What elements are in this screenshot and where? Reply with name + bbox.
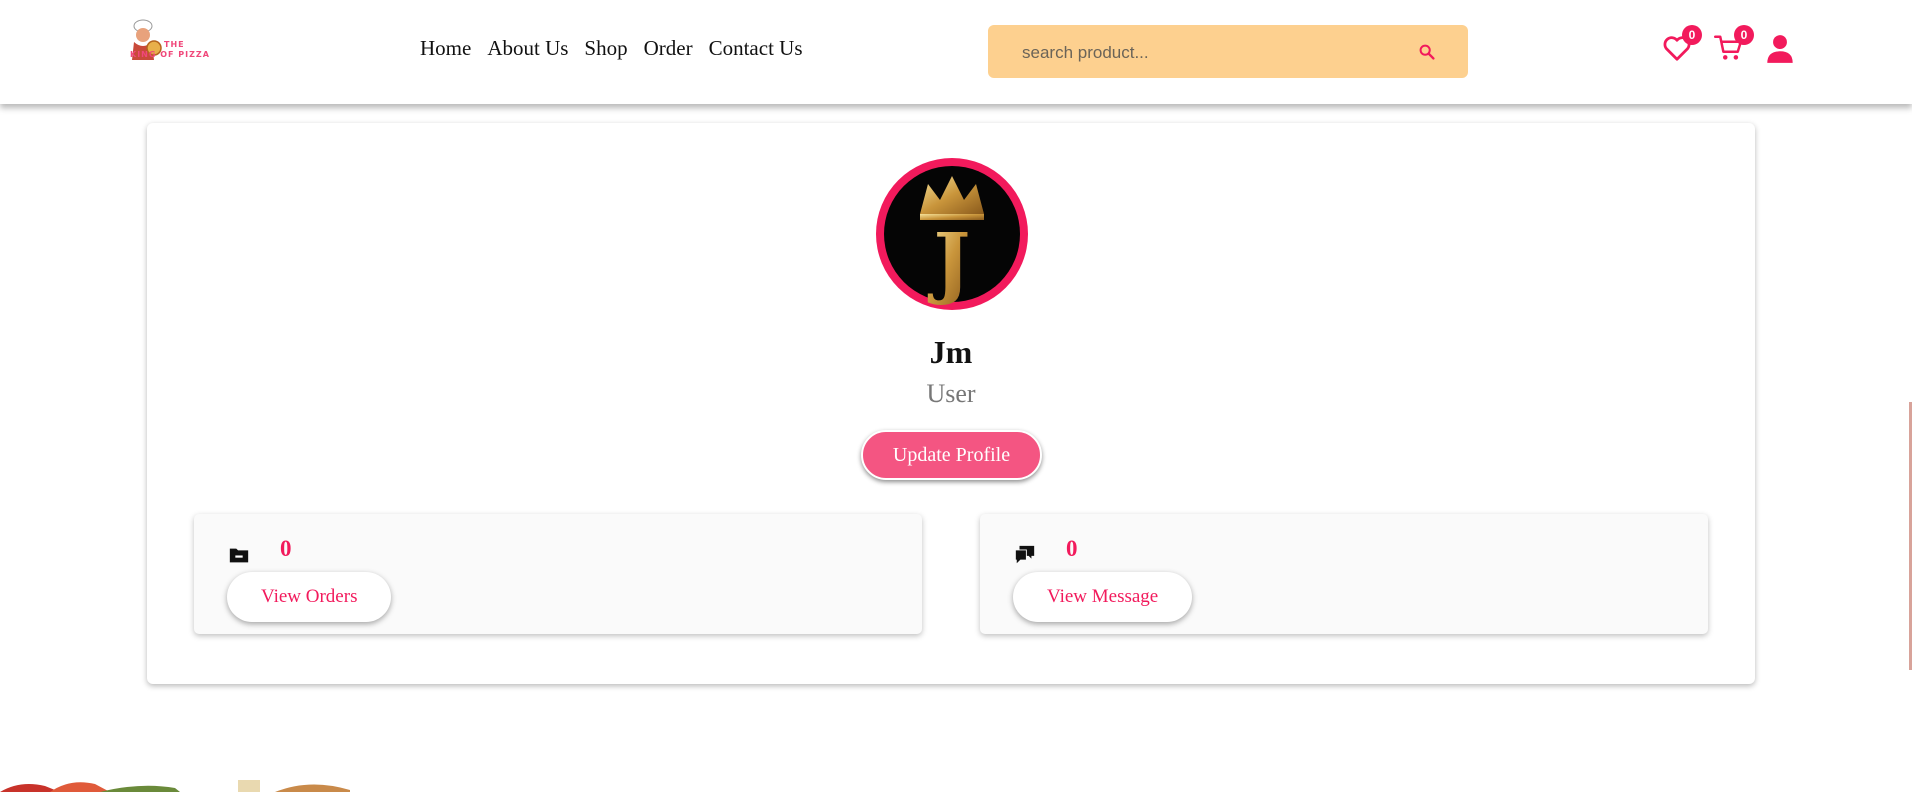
wishlist-button[interactable]: 0: [1662, 25, 1702, 67]
nav-about-us[interactable]: About Us: [487, 36, 568, 61]
nav-home[interactable]: Home: [420, 36, 471, 61]
orders-box: 0 View Orders: [194, 514, 922, 634]
avatar-letter: J: [928, 217, 971, 308]
search-input[interactable]: [1020, 25, 1404, 80]
nav-shop[interactable]: Shop: [584, 36, 627, 61]
view-message-button[interactable]: View Message: [1013, 572, 1193, 622]
avatar: J: [872, 154, 1032, 314]
footer-pizza-image: [0, 778, 360, 792]
profile-card: J Jm User Update Profile 0 View Orders 0…: [147, 123, 1755, 684]
site-logo[interactable]: THE KING OF PIZZA: [126, 18, 218, 66]
main-nav: Home About Us Shop Order Contact Us: [420, 36, 803, 61]
search-bar: [988, 25, 1468, 80]
logo-text-line1: THE: [164, 40, 185, 49]
profile-role: User: [926, 379, 976, 408]
site-header: THE KING OF PIZZA Home About Us Shop Ord…: [0, 0, 1912, 104]
chat-icon: [1014, 544, 1036, 566]
cart-button[interactable]: 0: [1714, 25, 1754, 67]
cart-count-badge: 0: [1734, 25, 1754, 45]
update-profile-button[interactable]: Update Profile: [861, 430, 1042, 480]
nav-order[interactable]: Order: [644, 36, 693, 61]
messages-count: 0: [1066, 536, 1078, 561]
folder-icon: [228, 544, 250, 566]
logo-text-line2: KING OF PIZZA: [130, 50, 210, 59]
page-scrollbar[interactable]: [1908, 104, 1912, 792]
view-orders-button[interactable]: View Orders: [227, 572, 392, 622]
profile-name: Jm: [929, 334, 973, 370]
user-icon[interactable]: [1766, 34, 1794, 69]
orders-count: 0: [280, 536, 292, 561]
nav-contact-us[interactable]: Contact Us: [709, 36, 803, 61]
messages-box: 0 View Message: [980, 514, 1708, 634]
search-icon[interactable]: [1416, 41, 1438, 63]
wishlist-count-badge: 0: [1682, 25, 1702, 45]
